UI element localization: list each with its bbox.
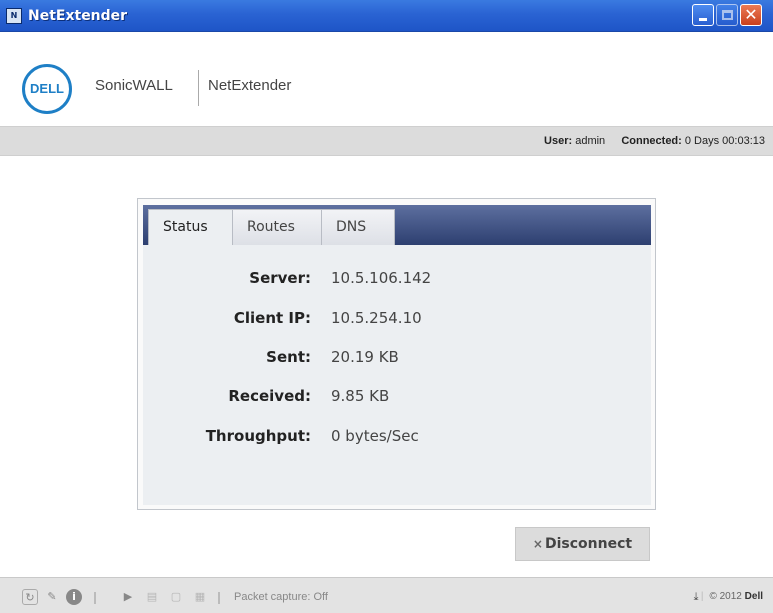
brand-app-name: NetExtender xyxy=(208,77,292,94)
sent-value: 20.19 KB xyxy=(331,348,399,366)
copyright-brand: Dell xyxy=(744,591,763,602)
tab-dns[interactable]: DNS xyxy=(321,209,395,245)
dell-logo: DELL xyxy=(22,64,72,114)
sent-label: Sent: xyxy=(266,348,311,366)
save-icon[interactable]: ▤ xyxy=(144,589,160,605)
user-value: admin xyxy=(575,135,606,147)
tab-strip: Status Routes DNS xyxy=(143,205,651,245)
server-label: Server: xyxy=(249,269,311,287)
brand-product-name: SonicWALL xyxy=(95,77,173,94)
close-icon: ✕ xyxy=(744,5,758,24)
info-icon[interactable]: i xyxy=(66,589,82,605)
status-row-server: Server: 10.5.106.142 xyxy=(143,269,651,291)
packet-capture-status: Packet capture: Off xyxy=(234,591,328,603)
window-title: NetExtender xyxy=(28,8,128,24)
brand-header: DELL SonicWALL NetExtender xyxy=(0,32,773,126)
trash-icon[interactable]: ▦ xyxy=(192,589,208,605)
maximize-icon xyxy=(722,10,733,20)
maximize-button[interactable] xyxy=(716,4,738,26)
status-row-throughput: Throughput: 0 bytes/Sec xyxy=(143,427,651,449)
received-value: 9.85 KB xyxy=(331,387,390,405)
throughput-value: 0 bytes/Sec xyxy=(331,427,419,445)
close-button[interactable]: ✕ xyxy=(740,4,762,26)
user-label: User: xyxy=(544,135,573,147)
tab-routes[interactable]: Routes xyxy=(232,209,322,245)
wrench-icon[interactable]: ✎ xyxy=(44,589,60,605)
connected-value: 0 Days 00:03:13 xyxy=(684,135,765,147)
connection-info: User: admin Connected: 0 Days 00:03:13 xyxy=(544,135,765,147)
refresh-icon[interactable]: ↻ xyxy=(22,589,38,605)
minimize-icon xyxy=(699,18,707,21)
app-icon: N xyxy=(6,8,22,24)
received-label: Received: xyxy=(228,387,311,405)
status-tab-body: Server: 10.5.106.142 Client IP: 10.5.254… xyxy=(143,245,651,505)
status-row-client-ip: Client IP: 10.5.254.10 xyxy=(143,309,651,331)
close-icon: × xyxy=(532,537,543,551)
throughput-label: Throughput: xyxy=(205,427,311,445)
connection-panel: Status Routes DNS Server: 10.5.106.142 C… xyxy=(137,198,656,510)
connected-label: Connected: xyxy=(621,135,682,147)
status-row-sent: Sent: 20.19 KB xyxy=(143,348,651,370)
toolbar-divider xyxy=(94,592,96,604)
bottom-toolbar: ↻ ✎ i ▶ ▤ ▢ ▦ Packet capture: Off ⤓ | © 2… xyxy=(0,577,773,613)
clipboard-icon[interactable]: ▢ xyxy=(168,589,184,605)
client-ip-label: Client IP: xyxy=(233,309,311,327)
connection-status-bar: User: admin Connected: 0 Days 00:03:13 xyxy=(0,126,773,156)
title-bar[interactable]: N NetExtender ✕ xyxy=(0,0,773,32)
status-row-received: Received: 9.85 KB xyxy=(143,387,651,409)
disconnect-label: Disconnect xyxy=(544,536,633,552)
brand-divider xyxy=(198,70,199,106)
client-ip-value: 10.5.254.10 xyxy=(331,309,422,327)
copyright: | © 2012 Dell xyxy=(700,591,763,602)
server-value: 10.5.106.142 xyxy=(331,269,432,287)
toolbar-divider xyxy=(218,592,220,604)
minimize-button[interactable] xyxy=(692,4,714,26)
copyright-year: © 2012 xyxy=(709,591,742,602)
play-icon[interactable]: ▶ xyxy=(120,589,136,605)
tab-status[interactable]: Status xyxy=(148,209,233,245)
disconnect-button[interactable]: × Disconnect xyxy=(515,527,650,561)
